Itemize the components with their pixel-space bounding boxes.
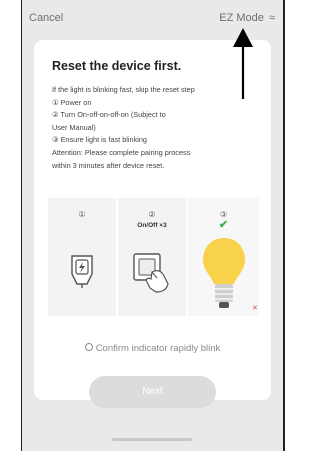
step-3-panel: ③ ✔ ✕	[188, 198, 259, 316]
top-bar: Cancel EZ Mode ≈	[22, 0, 283, 36]
confirm-indicator-option[interactable]: Confirm indicator rapidly blink	[34, 343, 271, 354]
next-button[interactable]: Next	[89, 376, 216, 408]
instruction-line: Attention: Please complete pairing proce…	[52, 147, 191, 157]
instruction-line: If the light is blinking fast, skip the …	[52, 85, 195, 94]
step-number: ②	[148, 210, 156, 219]
instruction-line: ① Power on	[52, 97, 92, 107]
wifi-icon: ≈	[268, 12, 275, 24]
instruction-line: ② Turn On-off-on-off-on (Subject to	[52, 110, 166, 120]
reset-instructions-card: Reset the device first. If the light is …	[34, 40, 271, 408]
instruction-line: User Manual)	[52, 122, 96, 132]
confirm-label: Confirm indicator rapidly blink	[95, 343, 221, 354]
confirm-radio[interactable]	[84, 343, 93, 352]
page-title: Reset the device first.	[52, 59, 182, 73]
blink-mark: ✕	[252, 305, 258, 312]
cancel-button[interactable]: Cancel	[29, 12, 63, 24]
ez-mode-label: EZ Mode	[219, 12, 264, 24]
ez-mode-button[interactable]: EZ Mode ≈	[219, 12, 275, 24]
step-caption: On/Off ×3	[137, 222, 167, 229]
power-plug-icon	[71, 255, 93, 288]
instruction-line: ③ Ensure light is fast blinking	[52, 135, 147, 145]
step-number: ①	[78, 210, 86, 219]
step-2-panel: ② On/Off ×3	[118, 198, 186, 316]
instruction-line: within 3 minutes after device reset.	[52, 160, 165, 170]
step-1-panel: ①	[48, 198, 116, 316]
reset-illustration: ① ② On/Off ×3 ③ ✔ ✕	[48, 198, 259, 316]
home-indicator	[112, 438, 192, 441]
switch-hand-icon	[133, 253, 169, 293]
check-icon: ✔	[218, 219, 229, 231]
instruction-list: If the light is blinking fast, skip the …	[52, 84, 264, 172]
light-bulb-icon	[203, 238, 245, 308]
phone-screen: Cancel EZ Mode ≈ Reset the device first.…	[21, 0, 285, 451]
